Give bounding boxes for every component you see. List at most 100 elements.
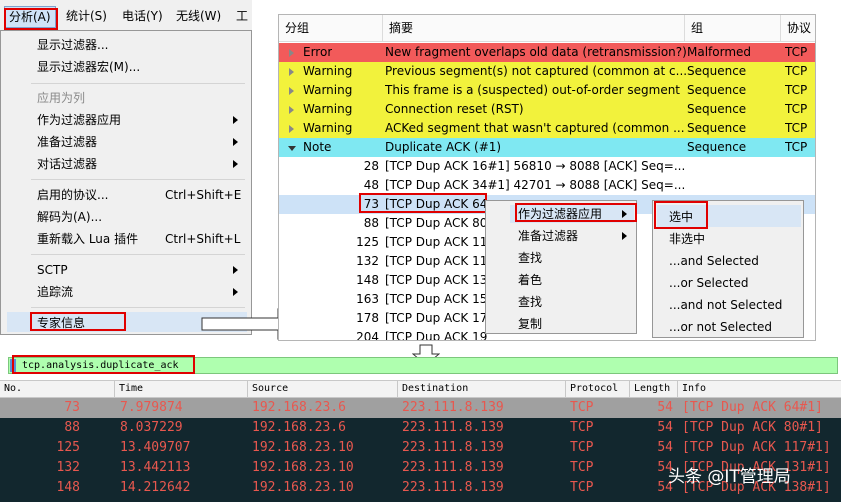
menu-item-enabled-protocols[interactable]: 启用的协议... bbox=[37, 187, 108, 203]
column-protocol[interactable]: Protocol bbox=[566, 381, 630, 397]
watermark: 头条 @IT管理局 bbox=[668, 467, 791, 487]
expert-entry-row[interactable]: Warning Previous segment(s) not captured … bbox=[279, 62, 815, 81]
expert-group: Malformed bbox=[687, 45, 752, 59]
submenu-arrow-icon bbox=[622, 232, 627, 240]
expand-right-icon[interactable] bbox=[289, 125, 294, 133]
menu-wireless[interactable]: 无线(W) bbox=[172, 6, 225, 26]
packet-destination: 223.111.8.139 bbox=[402, 440, 504, 455]
expert-packet-row[interactable]: 28 [TCP Dup ACK 16#1] 56810 → 8088 [ACK] … bbox=[279, 157, 815, 176]
submenu-item-or-not-selected[interactable]: ...or not Selected bbox=[669, 319, 772, 335]
packet-row[interactable]: 73 7.979874 192.168.23.6 223.111.8.139 TCP 54… bbox=[0, 398, 841, 418]
packet-time: 13.442113 bbox=[120, 460, 191, 475]
packet-row[interactable]: 88 8.037229 192.168.23.6 223.111.8.139 TCP 54… bbox=[0, 418, 841, 438]
expert-packet-no: 132 bbox=[356, 254, 379, 268]
column-source[interactable]: Source bbox=[248, 381, 398, 397]
column-header-packet[interactable]: 分组 bbox=[279, 15, 383, 42]
expand-down-icon[interactable] bbox=[288, 146, 296, 151]
packet-no: 125 bbox=[56, 440, 80, 455]
menu-separator bbox=[31, 179, 245, 180]
menu-tools[interactable]: 工 bbox=[232, 6, 252, 26]
expert-packet-info: [TCP Dup ACK 16#1] 56810 → 8088 [ACK] Se… bbox=[385, 159, 686, 173]
context-item-find-2[interactable]: 查找 bbox=[518, 294, 542, 310]
expand-right-icon[interactable] bbox=[289, 87, 294, 95]
context-item-copy[interactable]: 复制 bbox=[518, 316, 542, 332]
menu-telephony[interactable]: 电话(Y) bbox=[118, 6, 167, 26]
packet-source: 192.168.23.6 bbox=[252, 400, 346, 415]
expert-packet-no: 204 bbox=[356, 330, 379, 341]
expert-entry-row[interactable]: Warning This frame is a (suspected) out-o… bbox=[279, 81, 815, 100]
menu-separator bbox=[31, 83, 245, 84]
expert-summary: This frame is a (suspected) out-of-order… bbox=[385, 83, 681, 97]
packet-source: 192.168.23.6 bbox=[252, 420, 346, 435]
expert-entry-row[interactable]: Warning Connection reset (RST) Sequence TCP bbox=[279, 100, 815, 119]
submenu-arrow-icon bbox=[233, 160, 238, 168]
column-destination[interactable]: Destination bbox=[398, 381, 566, 397]
packet-destination: 223.111.8.139 bbox=[402, 480, 504, 495]
column-time[interactable]: Time bbox=[115, 381, 248, 397]
context-item-find[interactable]: 查找 bbox=[518, 250, 542, 266]
submenu-item-not-selected[interactable]: 非选中 bbox=[669, 231, 705, 247]
menu-item-prepare-filter[interactable]: 准备过滤器 bbox=[37, 134, 97, 150]
context-item-prepare-filter[interactable]: 准备过滤器 bbox=[518, 228, 578, 244]
packet-row[interactable]: 125 13.409707 192.168.23.10 223.111.8.139 TC… bbox=[0, 438, 841, 458]
packet-protocol: TCP bbox=[570, 420, 594, 435]
submenu-item-and-selected[interactable]: ...and Selected bbox=[669, 253, 759, 269]
expert-summary: Previous segment(s) not captured (common… bbox=[385, 64, 688, 78]
packet-protocol: TCP bbox=[570, 400, 594, 415]
packet-time: 14.212642 bbox=[120, 480, 191, 495]
packet-no: 88 bbox=[64, 420, 80, 435]
packet-no: 148 bbox=[56, 480, 80, 495]
packet-destination: 223.111.8.139 bbox=[402, 460, 504, 475]
expert-protocol: TCP bbox=[785, 121, 808, 135]
column-header-group[interactable]: 组 bbox=[685, 15, 781, 42]
packet-protocol: TCP bbox=[570, 480, 594, 495]
column-no[interactable]: No. bbox=[0, 381, 115, 397]
menu-item-decode-as[interactable]: 解码为(A)... bbox=[37, 209, 102, 225]
menu-item-display-filters[interactable]: 显示过滤器... bbox=[37, 37, 108, 53]
expert-packet-no: 148 bbox=[356, 273, 379, 287]
expert-severity: Warning bbox=[303, 121, 353, 135]
expert-packet-no: 125 bbox=[356, 235, 379, 249]
packet-destination: 223.111.8.139 bbox=[402, 400, 504, 415]
column-header-summary[interactable]: 摘要 bbox=[383, 15, 685, 42]
menu-separator bbox=[31, 254, 245, 255]
expert-entry-row[interactable]: Error New fragment overlaps old data (ret… bbox=[279, 43, 815, 62]
expert-packet-info: [TCP Dup ACK 17 bbox=[385, 311, 488, 325]
column-header-protocol[interactable]: 协议 bbox=[781, 15, 815, 42]
packet-info: [TCP Dup ACK 80#1] bbox=[682, 420, 823, 435]
packet-source: 192.168.23.10 bbox=[252, 440, 354, 455]
submenu-item-and-not-selected[interactable]: ...and not Selected bbox=[669, 297, 782, 313]
menu-item-conversation-filter[interactable]: 对话过滤器 bbox=[37, 156, 97, 172]
packet-time: 13.409707 bbox=[120, 440, 191, 455]
column-length[interactable]: Length bbox=[630, 381, 678, 397]
expand-right-icon[interactable] bbox=[289, 106, 294, 114]
expert-protocol: TCP bbox=[785, 102, 808, 116]
expert-severity: Note bbox=[303, 140, 332, 154]
expert-group: Sequence bbox=[687, 83, 747, 97]
packet-time: 8.037229 bbox=[120, 420, 183, 435]
packet-protocol: TCP bbox=[570, 460, 594, 475]
menu-item-display-filter-macros[interactable]: 显示过滤器宏(M)... bbox=[37, 59, 140, 75]
expert-group: Sequence bbox=[687, 64, 747, 78]
expert-packet-info: [TCP Dup ACK 19 bbox=[385, 330, 488, 341]
expert-packet-info: [TCP Dup ACK 80 bbox=[385, 216, 488, 230]
expert-severity: Error bbox=[303, 45, 333, 59]
highlight-expert-info bbox=[30, 312, 126, 331]
menu-item-reload-lua[interactable]: 重新载入 Lua 插件 bbox=[37, 231, 138, 247]
submenu-item-or-selected[interactable]: ...or Selected bbox=[669, 275, 749, 291]
expert-summary: ACKed segment that wasn't captured (comm… bbox=[385, 121, 685, 135]
menu-item-apply-as-filter[interactable]: 作为过滤器应用 bbox=[37, 112, 121, 128]
menu-item-follow-stream[interactable]: 追踪流 bbox=[37, 284, 73, 300]
expert-summary: New fragment overlaps old data (retransm… bbox=[385, 45, 687, 59]
packet-destination: 223.111.8.139 bbox=[402, 420, 504, 435]
menu-item-sctp[interactable]: SCTP bbox=[37, 262, 68, 278]
expert-entry-row[interactable]: Note Duplicate ACK (#1) Sequence TCP bbox=[279, 138, 815, 157]
menu-statistics[interactable]: 统计(S) bbox=[62, 6, 111, 26]
expand-right-icon[interactable] bbox=[289, 68, 294, 76]
expand-right-icon[interactable] bbox=[289, 49, 294, 57]
expert-packet-no: 178 bbox=[356, 311, 379, 325]
context-item-colorize[interactable]: 着色 bbox=[518, 272, 542, 288]
expert-packet-info: [TCP Dup ACK 11 bbox=[385, 254, 488, 268]
column-info[interactable]: Info bbox=[678, 381, 841, 397]
expert-entry-row[interactable]: Warning ACKed segment that wasn't capture… bbox=[279, 119, 815, 138]
